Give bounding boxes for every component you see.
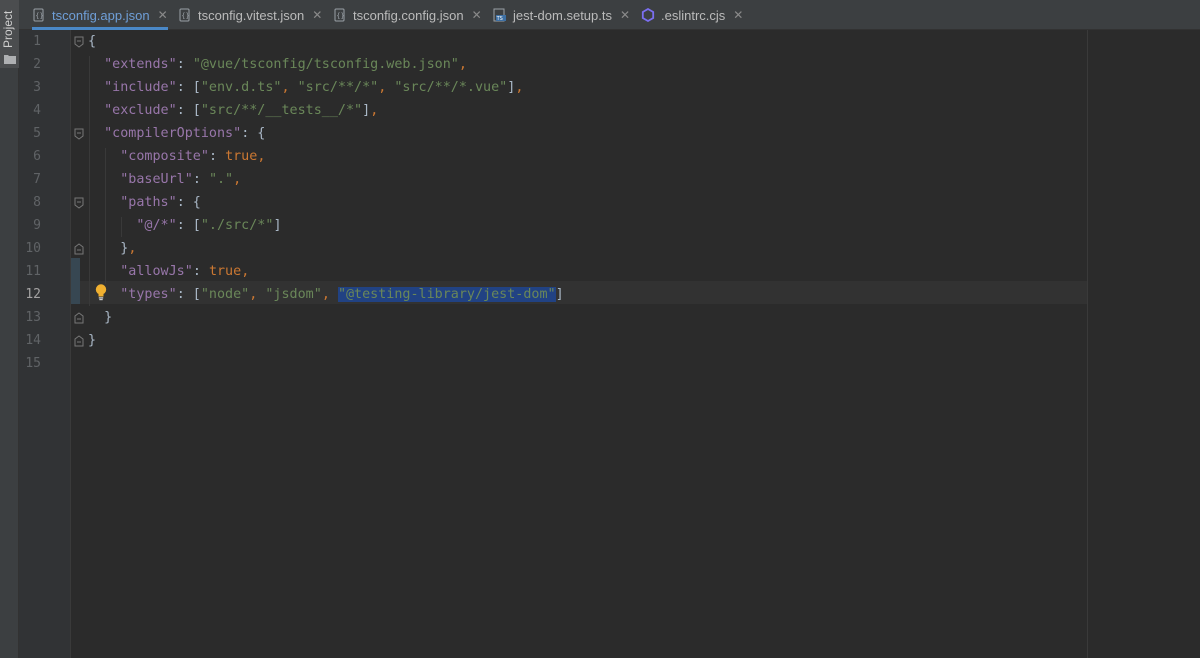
line-number: 3 — [33, 80, 41, 95]
tab-label: tsconfig.app.json — [52, 7, 150, 23]
close-icon[interactable]: ✕ — [158, 8, 168, 22]
close-icon[interactable]: ✕ — [733, 8, 743, 22]
svg-text:TS: TS — [496, 16, 503, 22]
typescript-file-icon: TS — [493, 8, 506, 22]
line-number: 10 — [25, 241, 41, 256]
line-number: 8 — [33, 195, 41, 210]
close-icon[interactable]: ✕ — [312, 8, 322, 22]
json-config-icon: {} — [33, 8, 44, 22]
json-config-icon: {} — [179, 8, 190, 22]
code-line: "exclude": ["src/**/__tests__/*"], — [104, 103, 379, 118]
code-line: "include": ["env.d.ts", "src/**/*", "src… — [104, 80, 524, 95]
code-line: { — [88, 34, 97, 49]
json-config-icon: {} — [334, 8, 345, 22]
svg-text:{}: {} — [336, 12, 344, 20]
svg-text:{}: {} — [35, 12, 43, 20]
line-number: 4 — [33, 103, 41, 118]
svg-text:{}: {} — [181, 12, 189, 20]
code-line: "extends": "@vue/tsconfig/tsconfig.web.j… — [104, 57, 467, 72]
line-number: 15 — [25, 356, 41, 371]
project-tool-label: Project — [1, 10, 15, 48]
vcs-change-marker[interactable] — [71, 281, 80, 304]
right-margin-guide — [1087, 30, 1088, 658]
line-number: 2 — [33, 57, 41, 72]
fold-icon[interactable] — [74, 36, 84, 48]
code-line: "compilerOptions": { — [104, 126, 266, 141]
fold-icon[interactable] — [74, 128, 84, 140]
code-line: "baseUrl": ".", — [120, 172, 242, 187]
line-number-current: 12 — [25, 287, 41, 302]
editor-tab-bar: {} tsconfig.app.json ✕ {} tsconfig.vites… — [19, 0, 1200, 30]
tab-tsconfig-config-json[interactable]: {} tsconfig.config.json ✕ — [333, 0, 482, 30]
tab-tsconfig-vitest-json[interactable]: {} tsconfig.vitest.json ✕ — [178, 0, 322, 30]
tab-jest-dom-setup-ts[interactable]: TS jest-dom.setup.ts ✕ — [493, 0, 630, 30]
tab-label: jest-dom.setup.ts — [513, 7, 612, 23]
line-number: 7 — [33, 172, 41, 187]
line-number: 13 — [25, 310, 41, 325]
line-number: 9 — [33, 218, 41, 233]
code-line: } — [88, 310, 113, 325]
close-icon[interactable]: ✕ — [620, 8, 630, 22]
code-line: "composite": true, — [120, 149, 266, 164]
tab-label: tsconfig.config.json — [353, 7, 464, 23]
line-number: 1 — [33, 34, 41, 49]
code-line: "@/*": ["./src/*"] — [136, 218, 282, 233]
line-number: 6 — [33, 149, 41, 164]
unfold-end-icon[interactable] — [74, 243, 84, 255]
folder-icon — [4, 55, 16, 64]
tab-label: .eslintrc.cjs — [661, 7, 726, 23]
fold-icon[interactable] — [74, 197, 84, 209]
tool-window-strip: Project — [0, 0, 19, 658]
tab-eslintrc-cjs[interactable]: .eslintrc.cjs ✕ — [641, 0, 743, 30]
eslint-icon — [641, 8, 655, 22]
line-number: 14 — [25, 333, 41, 348]
vcs-change-marker[interactable] — [71, 258, 80, 281]
code-line: }, — [88, 241, 137, 256]
code-line: "paths": { — [120, 195, 201, 210]
unfold-end-icon[interactable] — [74, 312, 84, 324]
close-icon[interactable]: ✕ — [472, 8, 482, 22]
line-number: 5 — [33, 126, 41, 141]
code-line: } — [88, 333, 97, 348]
project-tool-button[interactable]: Project — [0, 0, 19, 68]
line-number: 11 — [25, 264, 41, 279]
tab-tsconfig-app-json[interactable]: {} tsconfig.app.json ✕ — [32, 0, 168, 30]
code-line-current: "types": ["node", "jsdom", "@testing-lib… — [120, 287, 564, 302]
code-line: "allowJs": true, — [120, 264, 250, 279]
unfold-end-icon[interactable] — [74, 335, 84, 347]
tab-label: tsconfig.vitest.json — [198, 7, 305, 23]
